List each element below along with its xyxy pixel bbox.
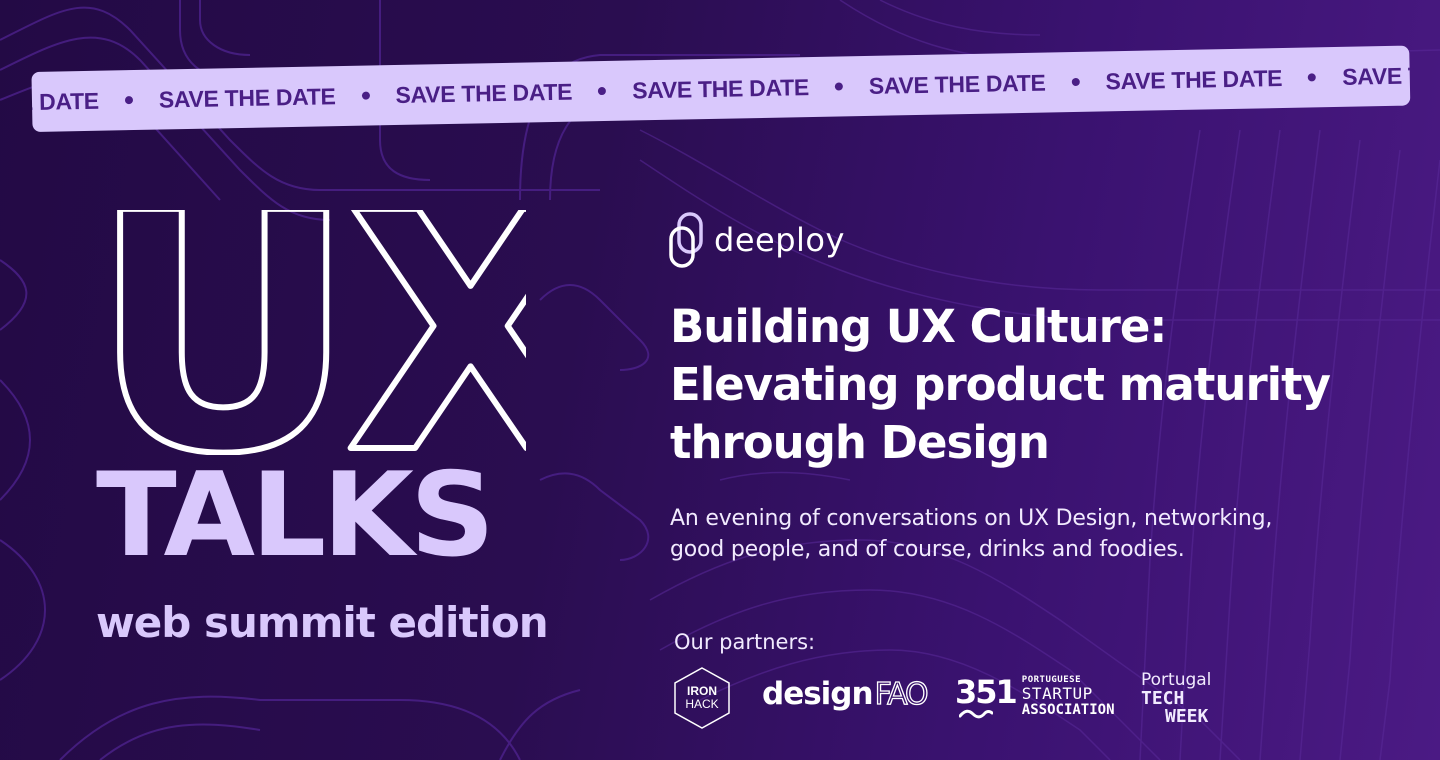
ux-outline-title: UX [96, 210, 526, 455]
designfao-logo: design FAO [762, 676, 929, 712]
ironhack-line2: HACK [685, 697, 719, 711]
description-line: good people, and of course, drinks and f… [670, 537, 1185, 562]
ribbon-text-fragment: E DATE [31, 87, 100, 115]
wave-icon [959, 709, 993, 719]
bullet-icon [834, 82, 843, 91]
designfao-name: design [762, 676, 874, 712]
ptw-line1: Portugal [1141, 670, 1212, 690]
partners-label: Our partners: [674, 630, 816, 654]
psa-line3: ASSOCIATION [1021, 702, 1115, 718]
portugal-tech-week-logo: Portugal TECH WEEK [1141, 672, 1211, 726]
edition-subtitle: web summit edition [96, 598, 549, 647]
headline-line: Elevating product maturity [670, 358, 1331, 411]
bullet-icon [598, 86, 607, 96]
deeploy-logo-icon [669, 212, 703, 268]
portuguese-startup-association-logo: 351 PORTUGUESE STARTUP ASSOCIATION [955, 673, 1115, 719]
designfao-suffix: FAO [874, 676, 929, 712]
psa-number: 351 [955, 673, 1018, 711]
ribbon-text: SAVE THE DATE [158, 82, 336, 113]
bullet-icon [124, 96, 133, 105]
deeploy-brand: deeploy [668, 212, 845, 268]
ribbon-text: SAVE THE DATE [631, 73, 810, 103]
bullet-icon [1308, 73, 1317, 82]
headline-line: Building UX Culture: [670, 300, 1167, 353]
talks-title: TALKS [96, 448, 495, 583]
headline-line: through Design [670, 416, 1050, 469]
event-description: An evening of conversations on UX Design… [670, 503, 1272, 565]
ux-outline-text: UX [96, 210, 526, 455]
ribbon-text: SAVE THE DATE [868, 69, 1046, 99]
event-headline: Building UX Culture: Elevating product m… [670, 298, 1331, 472]
ptw-line3: WEEK [1165, 706, 1209, 727]
psa-line2: STARTUP [1021, 684, 1093, 703]
bullet-icon [1071, 77, 1080, 87]
deeploy-wordmark: deeploy [714, 221, 845, 259]
bullet-icon [361, 91, 370, 100]
description-line: An evening of conversations on UX Design… [670, 506, 1273, 531]
ribbon-text: SAVE THE DATE [395, 78, 573, 108]
ribbon-text-fragment: SAVE TH [1341, 61, 1411, 90]
ironhack-logo: IRON HACK [672, 666, 732, 730]
ribbon-text: SAVE THE DATE [1105, 64, 1283, 94]
